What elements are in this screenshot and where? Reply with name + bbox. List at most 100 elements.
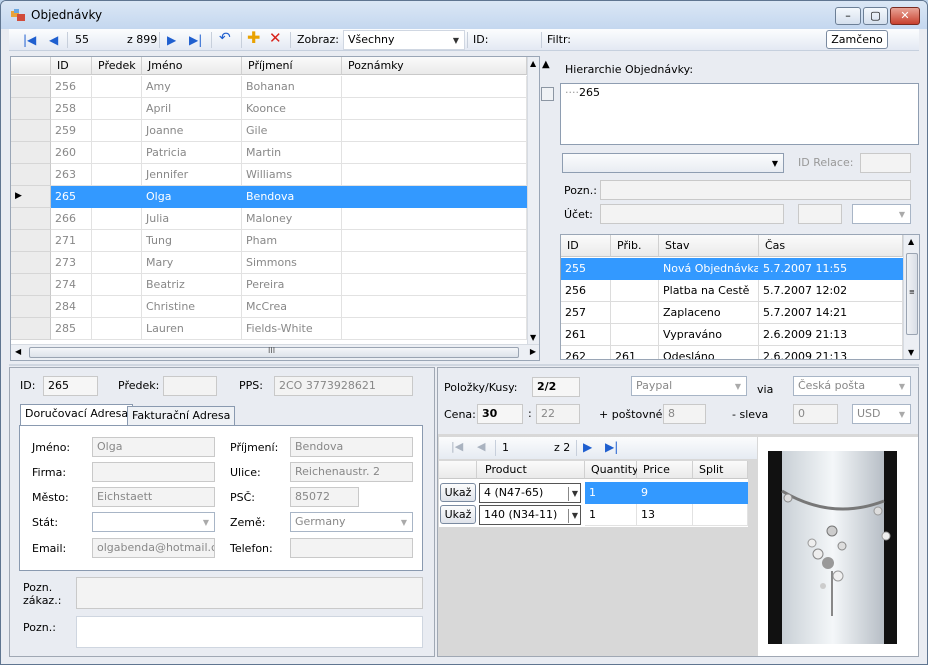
column-header-parent[interactable]: Předek bbox=[92, 57, 142, 75]
cell-last[interactable]: Bendova bbox=[242, 186, 342, 208]
table-row[interactable]: 258 April Koonce bbox=[11, 98, 527, 120]
row-header[interactable] bbox=[11, 296, 51, 318]
status-cell-prib[interactable] bbox=[611, 302, 659, 324]
status-cell-prib[interactable]: 261 bbox=[611, 346, 659, 359]
table-row[interactable]: 260 Patricia Martin bbox=[11, 142, 527, 164]
undo-icon[interactable]: ↶ bbox=[219, 30, 231, 46]
cell-last[interactable]: Koonce bbox=[242, 98, 342, 120]
items-next-icon[interactable]: ▶ bbox=[583, 440, 592, 454]
cell-first[interactable]: Christine bbox=[142, 296, 242, 318]
item-cell-price[interactable]: 9 bbox=[637, 482, 693, 504]
cell-notes[interactable] bbox=[342, 164, 527, 186]
table-row[interactable]: 256 Amy Bohanan bbox=[11, 76, 527, 98]
show-item-button[interactable]: Ukaž bbox=[440, 483, 476, 502]
cell-parent[interactable] bbox=[92, 76, 142, 98]
cell-parent[interactable] bbox=[92, 274, 142, 296]
cell-parent[interactable] bbox=[92, 296, 142, 318]
row-header[interactable]: ▶ bbox=[11, 186, 51, 208]
items-column-price[interactable]: Price bbox=[637, 461, 693, 479]
cell-notes[interactable] bbox=[342, 318, 527, 340]
cell-id[interactable]: 285 bbox=[51, 318, 92, 340]
status-vertical-scrollbar[interactable]: ▲ ≡ ▼ bbox=[903, 235, 919, 359]
table-row[interactable]: 263 Jennifer Williams bbox=[11, 164, 527, 186]
cell-parent[interactable] bbox=[92, 252, 142, 274]
cell-first[interactable]: Beatriz bbox=[142, 274, 242, 296]
tree-node[interactable]: 265 bbox=[579, 86, 600, 99]
cell-last[interactable]: Pham bbox=[242, 230, 342, 252]
cell-first[interactable]: Mary bbox=[142, 252, 242, 274]
status-cell-cas[interactable]: 2.6.2009 21:13 bbox=[759, 324, 903, 346]
cell-notes[interactable] bbox=[342, 208, 527, 230]
cell-id[interactable]: 259 bbox=[51, 120, 92, 142]
table-row[interactable]: 274 Beatriz Pereira bbox=[11, 274, 527, 296]
cell-id[interactable]: 263 bbox=[51, 164, 92, 186]
items-column-product[interactable]: Product bbox=[477, 461, 585, 479]
note-field[interactable] bbox=[76, 616, 423, 648]
table-row[interactable]: ▶ 265 Olga Bendova bbox=[11, 186, 527, 208]
row-header[interactable] bbox=[11, 164, 51, 186]
lock-button[interactable]: Zamčeno bbox=[826, 30, 888, 49]
row-header[interactable] bbox=[11, 274, 51, 296]
cell-first[interactable]: Lauren bbox=[142, 318, 242, 340]
row-header[interactable] bbox=[11, 98, 51, 120]
status-cell-prib[interactable] bbox=[611, 324, 659, 346]
row-header[interactable] bbox=[11, 318, 51, 340]
cell-parent[interactable] bbox=[92, 230, 142, 252]
status-cell-id[interactable]: 262 bbox=[561, 346, 611, 359]
previous-record-icon[interactable]: ◀ bbox=[49, 32, 58, 48]
cell-first[interactable]: Patricia bbox=[142, 142, 242, 164]
cell-first[interactable]: Amy bbox=[142, 76, 242, 98]
status-cell-stav[interactable]: Odesláno bbox=[659, 346, 759, 359]
cell-id[interactable]: 274 bbox=[51, 274, 92, 296]
status-row[interactable]: 257 Zaplaceno 5.7.2007 14:21 bbox=[561, 302, 903, 324]
cell-first[interactable]: Jennifer bbox=[142, 164, 242, 186]
status-cell-stav[interactable]: Nová Objednávka bbox=[659, 258, 759, 280]
cell-parent[interactable] bbox=[92, 142, 142, 164]
splitter-handle[interactable] bbox=[541, 87, 554, 101]
table-row[interactable]: 266 Julia Maloney bbox=[11, 208, 527, 230]
current-record-input[interactable]: 55 bbox=[75, 32, 125, 48]
status-cell-stav[interactable]: Vypraváno bbox=[659, 324, 759, 346]
hierarchy-tree[interactable]: ····265 bbox=[560, 83, 919, 145]
status-row[interactable]: 256 Platba na Cestě 5.7.2007 12:02 bbox=[561, 280, 903, 302]
cell-last[interactable]: Williams bbox=[242, 164, 342, 186]
status-cell-stav[interactable]: Platba na Cestě bbox=[659, 280, 759, 302]
column-header-first-name[interactable]: Jméno bbox=[142, 57, 242, 75]
tab-delivery-address[interactable]: Doručovací Adresa bbox=[20, 404, 134, 426]
item-cell-quantity[interactable]: 1 bbox=[585, 482, 637, 504]
product-select[interactable]: 140 (N34-11) ▼ bbox=[479, 505, 581, 525]
show-item-button[interactable]: Ukaž bbox=[440, 505, 476, 524]
cell-notes[interactable] bbox=[342, 186, 527, 208]
item-row[interactable]: Ukaž 140 (N34-11) ▼ 1 13 bbox=[439, 504, 748, 526]
collapse-icon[interactable]: ▲ bbox=[542, 59, 550, 70]
row-header[interactable] bbox=[11, 230, 51, 252]
cell-last[interactable]: McCrea bbox=[242, 296, 342, 318]
first-record-icon[interactable]: |◀ bbox=[23, 32, 36, 48]
cell-id[interactable]: 260 bbox=[51, 142, 92, 164]
item-row[interactable]: Ukaž 4 (N47-65) ▼ 1 9 bbox=[439, 482, 748, 504]
status-cell-cas[interactable]: 5.7.2007 11:55 bbox=[759, 258, 903, 280]
cell-parent[interactable] bbox=[92, 318, 142, 340]
status-cell-id[interactable]: 257 bbox=[561, 302, 611, 324]
status-cell-id[interactable]: 261 bbox=[561, 324, 611, 346]
item-cell-price[interactable]: 13 bbox=[637, 504, 693, 526]
status-cell-prib[interactable] bbox=[611, 258, 659, 280]
orders-vertical-scrollbar[interactable]: ▲ ▼ bbox=[527, 57, 539, 344]
item-cell-quantity[interactable]: 1 bbox=[585, 504, 637, 526]
cell-notes[interactable] bbox=[342, 274, 527, 296]
cell-id[interactable]: 256 bbox=[51, 76, 92, 98]
cell-last[interactable]: Fields-White bbox=[242, 318, 342, 340]
status-cell-id[interactable]: 255 bbox=[561, 258, 611, 280]
items-last-icon[interactable]: ▶| bbox=[605, 440, 618, 454]
cell-last[interactable]: Maloney bbox=[242, 208, 342, 230]
cell-notes[interactable] bbox=[342, 120, 527, 142]
close-icon[interactable]: ✕ bbox=[890, 7, 920, 25]
status-row[interactable]: 262 261 Odesláno 2.6.2009 21:13 bbox=[561, 346, 903, 359]
maximize-icon[interactable]: ▢ bbox=[863, 7, 888, 25]
cell-first[interactable]: Joanne bbox=[142, 120, 242, 142]
cell-last[interactable]: Bohanan bbox=[242, 76, 342, 98]
next-record-icon[interactable]: ▶ bbox=[167, 32, 176, 48]
row-header[interactable] bbox=[11, 252, 51, 274]
cell-id[interactable]: 258 bbox=[51, 98, 92, 120]
items-current-input[interactable]: 1 bbox=[502, 441, 509, 454]
